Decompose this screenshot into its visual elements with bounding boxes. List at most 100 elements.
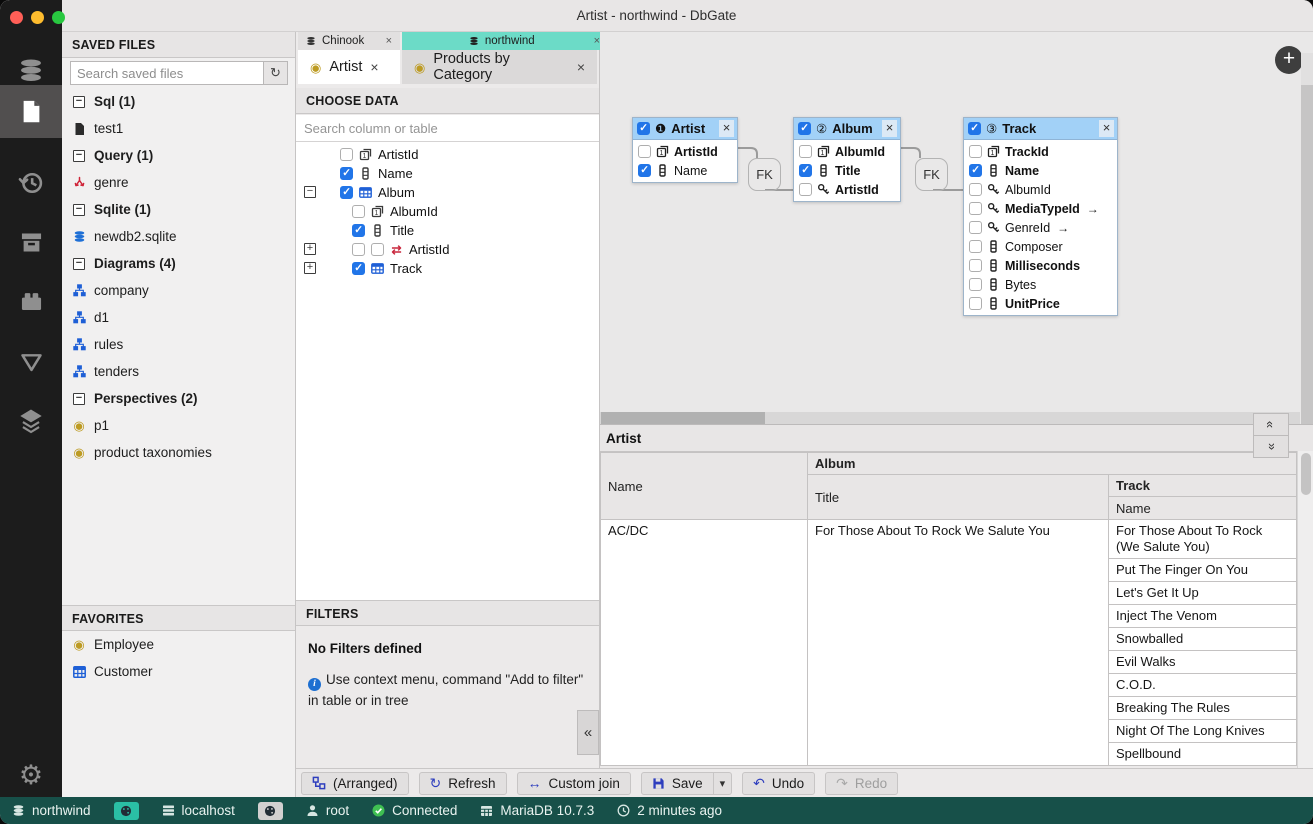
checkbox[interactable] <box>371 243 384 256</box>
collapse-all-button[interactable]: « <box>1253 413 1289 436</box>
saved-file-rules[interactable]: rules <box>62 331 295 358</box>
column-header-album-title[interactable]: Title <box>808 475 1109 520</box>
checkbox[interactable] <box>352 262 365 275</box>
cell-track-name[interactable]: For Those About To Rock (We Salute You) <box>1109 520 1297 559</box>
save-button[interactable]: Save <box>641 772 714 795</box>
tree-row-title[interactable]: Title <box>296 221 599 240</box>
tree-row-albumid[interactable]: 1 AlbumId <box>296 202 599 221</box>
close-icon[interactable]: × <box>370 59 378 75</box>
checkbox[interactable] <box>352 243 365 256</box>
sidebar-item-archive[interactable] <box>0 217 62 267</box>
saved-group-diagrams[interactable]: −Diagrams (4) <box>62 250 295 277</box>
checkbox[interactable] <box>969 278 982 291</box>
column-search-input[interactable] <box>296 115 599 141</box>
node-column-row[interactable]: ArtistId <box>794 180 900 199</box>
scrollbar-thumb[interactable] <box>601 412 765 424</box>
tab-group-chinook[interactable]: Chinook × <box>298 32 400 50</box>
saved-group-perspectives[interactable]: −Perspectives (2) <box>62 385 295 412</box>
database-color-picker[interactable] <box>114 802 139 820</box>
checkbox[interactable] <box>968 122 981 135</box>
checkbox[interactable] <box>340 167 353 180</box>
refresh-button[interactable]: ↻ Refresh <box>419 772 507 795</box>
checkbox[interactable] <box>969 221 982 234</box>
node-column-row[interactable]: Composer <box>964 237 1117 256</box>
collapse-icon[interactable]: − <box>73 258 85 270</box>
minimize-window-button[interactable] <box>31 11 44 24</box>
saved-group-sqlite[interactable]: −Sqlite (1) <box>62 196 295 223</box>
tab-group-northwind[interactable]: northwind × <box>402 32 608 50</box>
close-icon[interactable]: × <box>1099 120 1114 137</box>
node-header-artist[interactable]: ❶ Artist × <box>633 118 737 140</box>
diagram-node-track[interactable]: ③ Track × 1TrackId Name AlbumId MediaTyp… <box>963 117 1118 316</box>
close-icon[interactable]: × <box>386 35 392 47</box>
column-group-album[interactable]: Album <box>808 453 1297 475</box>
collapse-icon[interactable]: − <box>73 150 85 162</box>
expand-reference-arrow[interactable]: → <box>1087 202 1099 216</box>
column-header-track-name[interactable]: Name <box>1109 497 1297 520</box>
saved-file-newdb2[interactable]: newdb2.sqlite <box>62 223 295 250</box>
cell-track-name[interactable]: Evil Walks <box>1109 651 1297 674</box>
sidebar-item-plugins[interactable] <box>0 276 62 326</box>
scrollbar-thumb[interactable] <box>1301 85 1313 432</box>
saved-file-d1[interactable]: d1 <box>62 304 295 331</box>
tree-row-name[interactable]: Name <box>296 164 599 183</box>
cell-track-name[interactable]: Inject The Venom <box>1109 605 1297 628</box>
cell-track-name[interactable]: Snowballed <box>1109 628 1297 651</box>
checkbox[interactable] <box>638 164 651 177</box>
column-header-artist-name[interactable]: Name <box>601 453 808 520</box>
statusbar-database[interactable]: northwind <box>12 803 91 818</box>
checkbox[interactable] <box>969 259 982 272</box>
collapse-icon[interactable]: − <box>73 204 85 216</box>
arranged-button[interactable]: (Arranged) <box>301 772 409 795</box>
collapse-icon[interactable]: − <box>73 393 85 405</box>
node-column-row[interactable]: GenreId→ <box>964 218 1117 237</box>
save-options-button[interactable]: ▾ <box>713 772 733 795</box>
statusbar-server[interactable]: localhost <box>162 803 235 818</box>
reload-files-icon[interactable]: ↻ <box>264 61 288 85</box>
cell-album-title[interactable]: For Those About To Rock We Salute You <box>808 520 1109 766</box>
tree-row-artistid[interactable]: 1 ArtistId <box>296 145 599 164</box>
zoom-window-button[interactable] <box>52 11 65 24</box>
checkbox[interactable] <box>969 145 982 158</box>
undo-button[interactable]: ↶ Undo <box>742 772 815 795</box>
cell-track-name[interactable]: Put The Finger On You <box>1109 559 1297 582</box>
close-icon[interactable]: × <box>882 120 897 137</box>
node-column-row[interactable]: Name <box>964 161 1117 180</box>
saved-file-p1[interactable]: ◉p1 <box>62 412 295 439</box>
checkbox[interactable] <box>969 202 982 215</box>
saved-file-test1[interactable]: test1 <box>62 115 295 142</box>
checkbox[interactable] <box>352 224 365 237</box>
node-header-track[interactable]: ③ Track × <box>964 118 1117 140</box>
favorite-employee[interactable]: ◉Employee <box>62 631 295 658</box>
diagram-node-album[interactable]: ② Album × 1AlbumId Title ArtistId <box>793 117 901 202</box>
node-column-row[interactable]: 1TrackId <box>964 142 1117 161</box>
tab-artist[interactable]: ◉ Artist × <box>298 50 400 84</box>
node-column-row[interactable]: Title <box>794 161 900 180</box>
node-column-row[interactable]: 1AlbumId <box>794 142 900 161</box>
tree-row-artistid-fk[interactable]: + ⇄ ArtistId <box>296 240 599 259</box>
cell-track-name[interactable]: Spellbound <box>1109 743 1297 766</box>
checkbox[interactable] <box>799 164 812 177</box>
cell-track-name[interactable]: Night Of The Long Knives <box>1109 720 1297 743</box>
checkbox[interactable] <box>638 145 651 158</box>
saved-file-tenders[interactable]: tenders <box>62 358 295 385</box>
checkbox[interactable] <box>969 164 982 177</box>
collapse-icon[interactable]: − <box>73 96 85 108</box>
tree-row-album[interactable]: − Album <box>296 183 599 202</box>
checkbox[interactable] <box>637 122 650 135</box>
expand-icon[interactable]: + <box>304 262 316 274</box>
close-window-button[interactable] <box>10 11 23 24</box>
fk-join-badge[interactable]: FK <box>915 158 948 191</box>
scrollbar-thumb[interactable] <box>1301 453 1311 495</box>
collapse-icon[interactable]: − <box>304 186 316 198</box>
saved-file-genre[interactable]: genre <box>62 169 295 196</box>
expand-icon[interactable]: + <box>304 243 316 255</box>
checkbox[interactable] <box>798 122 811 135</box>
saved-files-search-input[interactable] <box>70 61 264 85</box>
close-icon[interactable]: × <box>719 120 734 137</box>
checkbox[interactable] <box>969 297 982 310</box>
saved-group-query[interactable]: −Query (1) <box>62 142 295 169</box>
expand-all-button[interactable]: « <box>1253 435 1289 458</box>
node-column-row[interactable]: Name <box>633 161 737 180</box>
sidebar-item-layers[interactable] <box>0 396 62 446</box>
